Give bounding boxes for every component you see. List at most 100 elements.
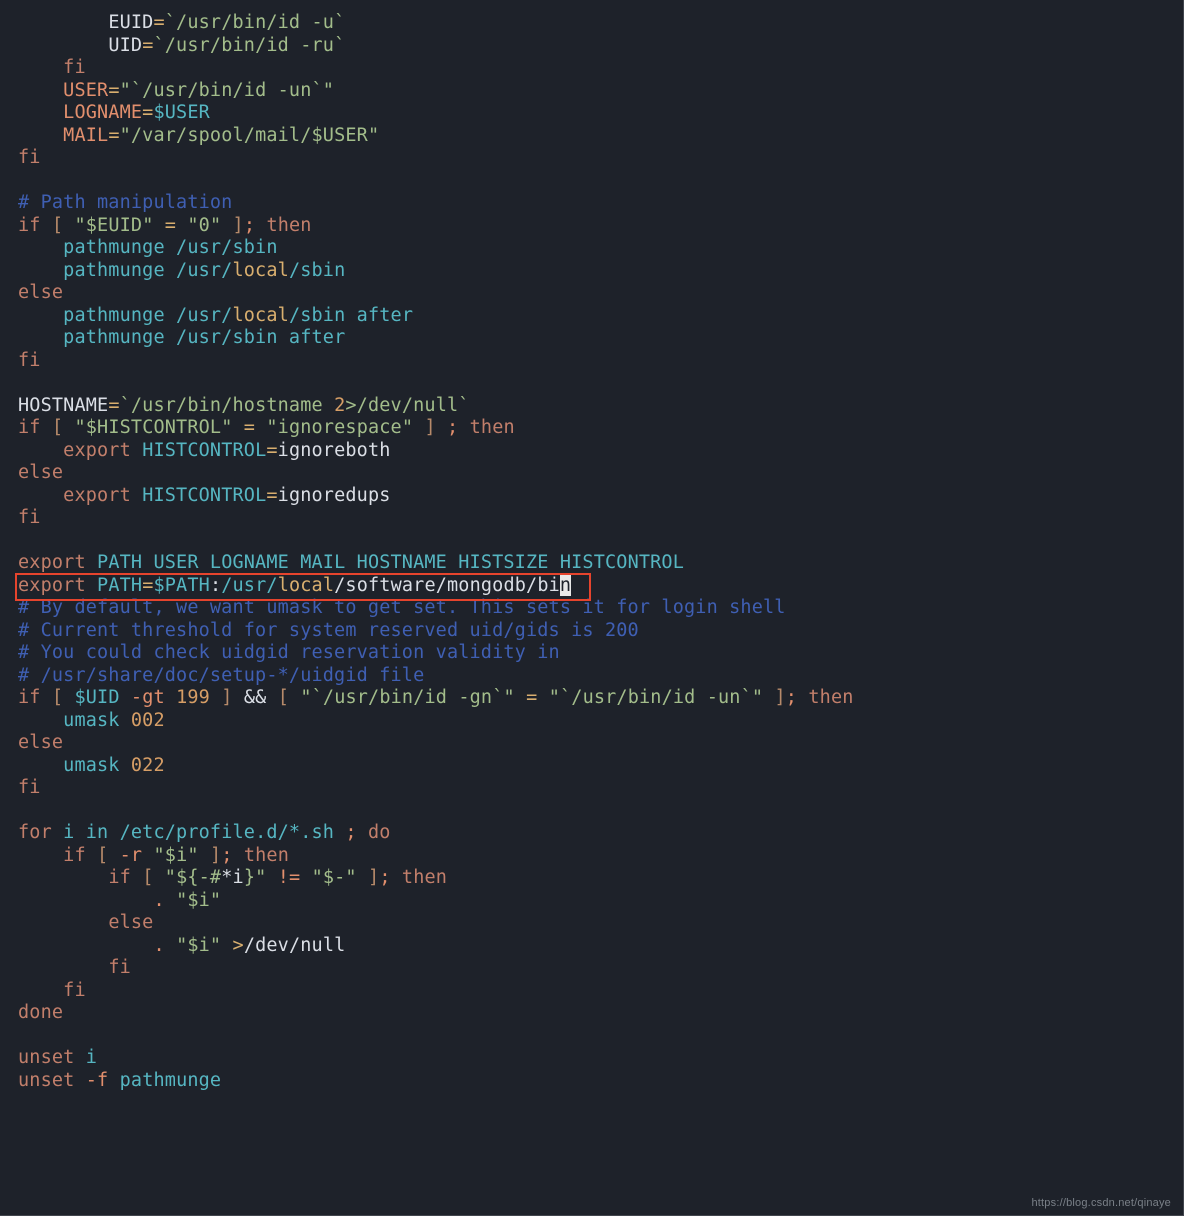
code-line[interactable]: unset -f pathmunge bbox=[18, 1070, 1165, 1093]
code-line[interactable]: else bbox=[18, 462, 1165, 485]
token-teal: $UID bbox=[74, 687, 119, 708]
code-line[interactable]: pathmunge /usr/sbin after bbox=[18, 327, 1165, 350]
code-line[interactable]: fi bbox=[18, 57, 1165, 80]
token-yl: = bbox=[244, 417, 255, 438]
token-str: >/dev/null` bbox=[345, 395, 469, 416]
token-teal: pathmunge bbox=[120, 1070, 222, 1091]
token-br: [ bbox=[52, 687, 63, 708]
code-line[interactable] bbox=[18, 372, 1165, 395]
token-yl: local bbox=[232, 305, 288, 326]
token-id: /dev/null bbox=[244, 935, 346, 956]
token-str: "$HISTCONTROL" bbox=[74, 417, 232, 438]
token-pl bbox=[233, 417, 244, 438]
code-line[interactable]: LOGNAME=$USER bbox=[18, 102, 1165, 125]
code-line[interactable]: else bbox=[18, 912, 1165, 935]
token-pl bbox=[165, 935, 176, 956]
token-tan: ; bbox=[221, 845, 232, 866]
token-tan: -r bbox=[120, 845, 143, 866]
code-line[interactable]: USER="`/usr/bin/id -un`" bbox=[18, 80, 1165, 103]
code-editor[interactable]: EUID=`/usr/bin/id -u` UID=`/usr/bin/id -… bbox=[0, 0, 1183, 1104]
code-line[interactable]: fi bbox=[18, 147, 1165, 170]
token-kw: unset bbox=[18, 1047, 74, 1068]
code-line[interactable]: for i in /etc/profile.d/*.sh ; do bbox=[18, 822, 1165, 845]
code-line[interactable]: done bbox=[18, 1002, 1165, 1025]
token-num: 002 bbox=[131, 710, 165, 731]
code-line[interactable] bbox=[18, 170, 1165, 193]
token-pl bbox=[74, 1070, 85, 1091]
code-line[interactable]: . "$i" >/dev/null bbox=[18, 935, 1165, 958]
code-line[interactable]: export PATH=$PATH:/usr/local/software/mo… bbox=[18, 575, 1165, 598]
token-kw: fi bbox=[18, 147, 41, 168]
token-teal: umask bbox=[63, 710, 131, 731]
token-tan: ; bbox=[345, 822, 356, 843]
token-pl bbox=[357, 867, 368, 888]
token-num: 2 bbox=[334, 395, 345, 416]
token-cmt: # /usr/share/doc/setup-*/uidgid file bbox=[18, 665, 424, 686]
token-pl bbox=[233, 687, 244, 708]
token-kw: if bbox=[18, 215, 41, 236]
code-line[interactable]: if [ -r "$i" ]; then bbox=[18, 845, 1165, 868]
token-cmt: # By default, we want umask to get set. … bbox=[18, 597, 786, 618]
code-line[interactable]: # By default, we want umask to get set. … bbox=[18, 597, 1165, 620]
code-line[interactable]: if [ "${-#*i}" != "$-" ]; then bbox=[18, 867, 1165, 890]
code-line[interactable]: # /usr/share/doc/setup-*/uidgid file bbox=[18, 665, 1165, 688]
token-tan: LOGNAME bbox=[63, 102, 142, 123]
code-line[interactable]: pathmunge /usr/sbin bbox=[18, 237, 1165, 260]
token-str: `/usr/bin/id -ru` bbox=[153, 35, 345, 56]
token-str: "`/usr/bin/id -un`" bbox=[120, 80, 334, 101]
token-yl: local bbox=[232, 260, 288, 281]
code-line[interactable]: if [ "$HISTCONTROL" = "ignorespace" ] ; … bbox=[18, 417, 1165, 440]
code-line[interactable]: if [ "$EUID" = "0" ]; then bbox=[18, 215, 1165, 238]
token-tan: ; bbox=[244, 215, 255, 236]
code-line[interactable]: export HISTCONTROL=ignoredups bbox=[18, 485, 1165, 508]
code-line[interactable]: umask 002 bbox=[18, 710, 1165, 733]
code-line[interactable]: export PATH USER LOGNAME MAIL HOSTNAME H… bbox=[18, 552, 1165, 575]
token-pl bbox=[515, 687, 526, 708]
code-line[interactable] bbox=[18, 800, 1165, 823]
token-id: *i bbox=[221, 867, 244, 888]
token-cmt: # Path manipulation bbox=[18, 192, 232, 213]
token-kw: fi bbox=[63, 980, 86, 1001]
token-kw: for bbox=[18, 822, 52, 843]
code-line[interactable]: fi bbox=[18, 777, 1165, 800]
token-kw: then bbox=[470, 417, 515, 438]
token-id: ignoredups bbox=[278, 485, 391, 506]
token-kw: then bbox=[244, 845, 289, 866]
token-kw: if bbox=[108, 867, 131, 888]
code-line[interactable]: . "$i" bbox=[18, 890, 1165, 913]
code-line[interactable]: export HISTCONTROL=ignoreboth bbox=[18, 440, 1165, 463]
code-line[interactable]: pathmunge /usr/local/sbin after bbox=[18, 305, 1165, 328]
token-id: /software/mongodb/bi bbox=[334, 575, 560, 596]
code-line[interactable] bbox=[18, 530, 1165, 553]
token-str: "$i" bbox=[154, 845, 199, 866]
code-line[interactable]: fi bbox=[18, 507, 1165, 530]
token-tan: . bbox=[153, 935, 164, 956]
token-pl bbox=[86, 575, 97, 596]
code-line[interactable]: pathmunge /usr/local/sbin bbox=[18, 260, 1165, 283]
token-br: [ bbox=[97, 845, 108, 866]
code-line[interactable]: unset i bbox=[18, 1047, 1165, 1070]
code-line[interactable]: fi bbox=[18, 980, 1165, 1003]
token-pl bbox=[458, 417, 469, 438]
code-line[interactable]: UID=`/usr/bin/id -ru` bbox=[18, 35, 1165, 58]
code-line[interactable]: fi bbox=[18, 350, 1165, 373]
code-line[interactable]: else bbox=[18, 732, 1165, 755]
token-pl bbox=[74, 1047, 85, 1068]
code-line[interactable]: # Path manipulation bbox=[18, 192, 1165, 215]
token-teal: i bbox=[86, 1047, 97, 1068]
code-line[interactable]: else bbox=[18, 282, 1165, 305]
code-line[interactable]: EUID=`/usr/bin/id -u` bbox=[18, 12, 1165, 35]
code-line[interactable]: HOSTNAME=`/usr/bin/hostname 2>/dev/null` bbox=[18, 395, 1165, 418]
code-line[interactable] bbox=[18, 1025, 1165, 1048]
code-line[interactable]: umask 022 bbox=[18, 755, 1165, 778]
code-line[interactable]: fi bbox=[18, 957, 1165, 980]
code-line[interactable]: # You could check uidgid reservation val… bbox=[18, 642, 1165, 665]
code-line[interactable]: MAIL="/var/spool/mail/$USER" bbox=[18, 125, 1165, 148]
token-pl bbox=[108, 845, 119, 866]
code-line[interactable]: if [ $UID -gt 199 ] && [ "`/usr/bin/id -… bbox=[18, 687, 1165, 710]
token-teal: HISTCONTROL bbox=[142, 485, 266, 506]
code-line[interactable]: # Current threshold for system reserved … bbox=[18, 620, 1165, 643]
token-pl bbox=[537, 687, 548, 708]
token-str: `/usr/bin/hostname bbox=[120, 395, 334, 416]
token-yl: = bbox=[142, 575, 153, 596]
